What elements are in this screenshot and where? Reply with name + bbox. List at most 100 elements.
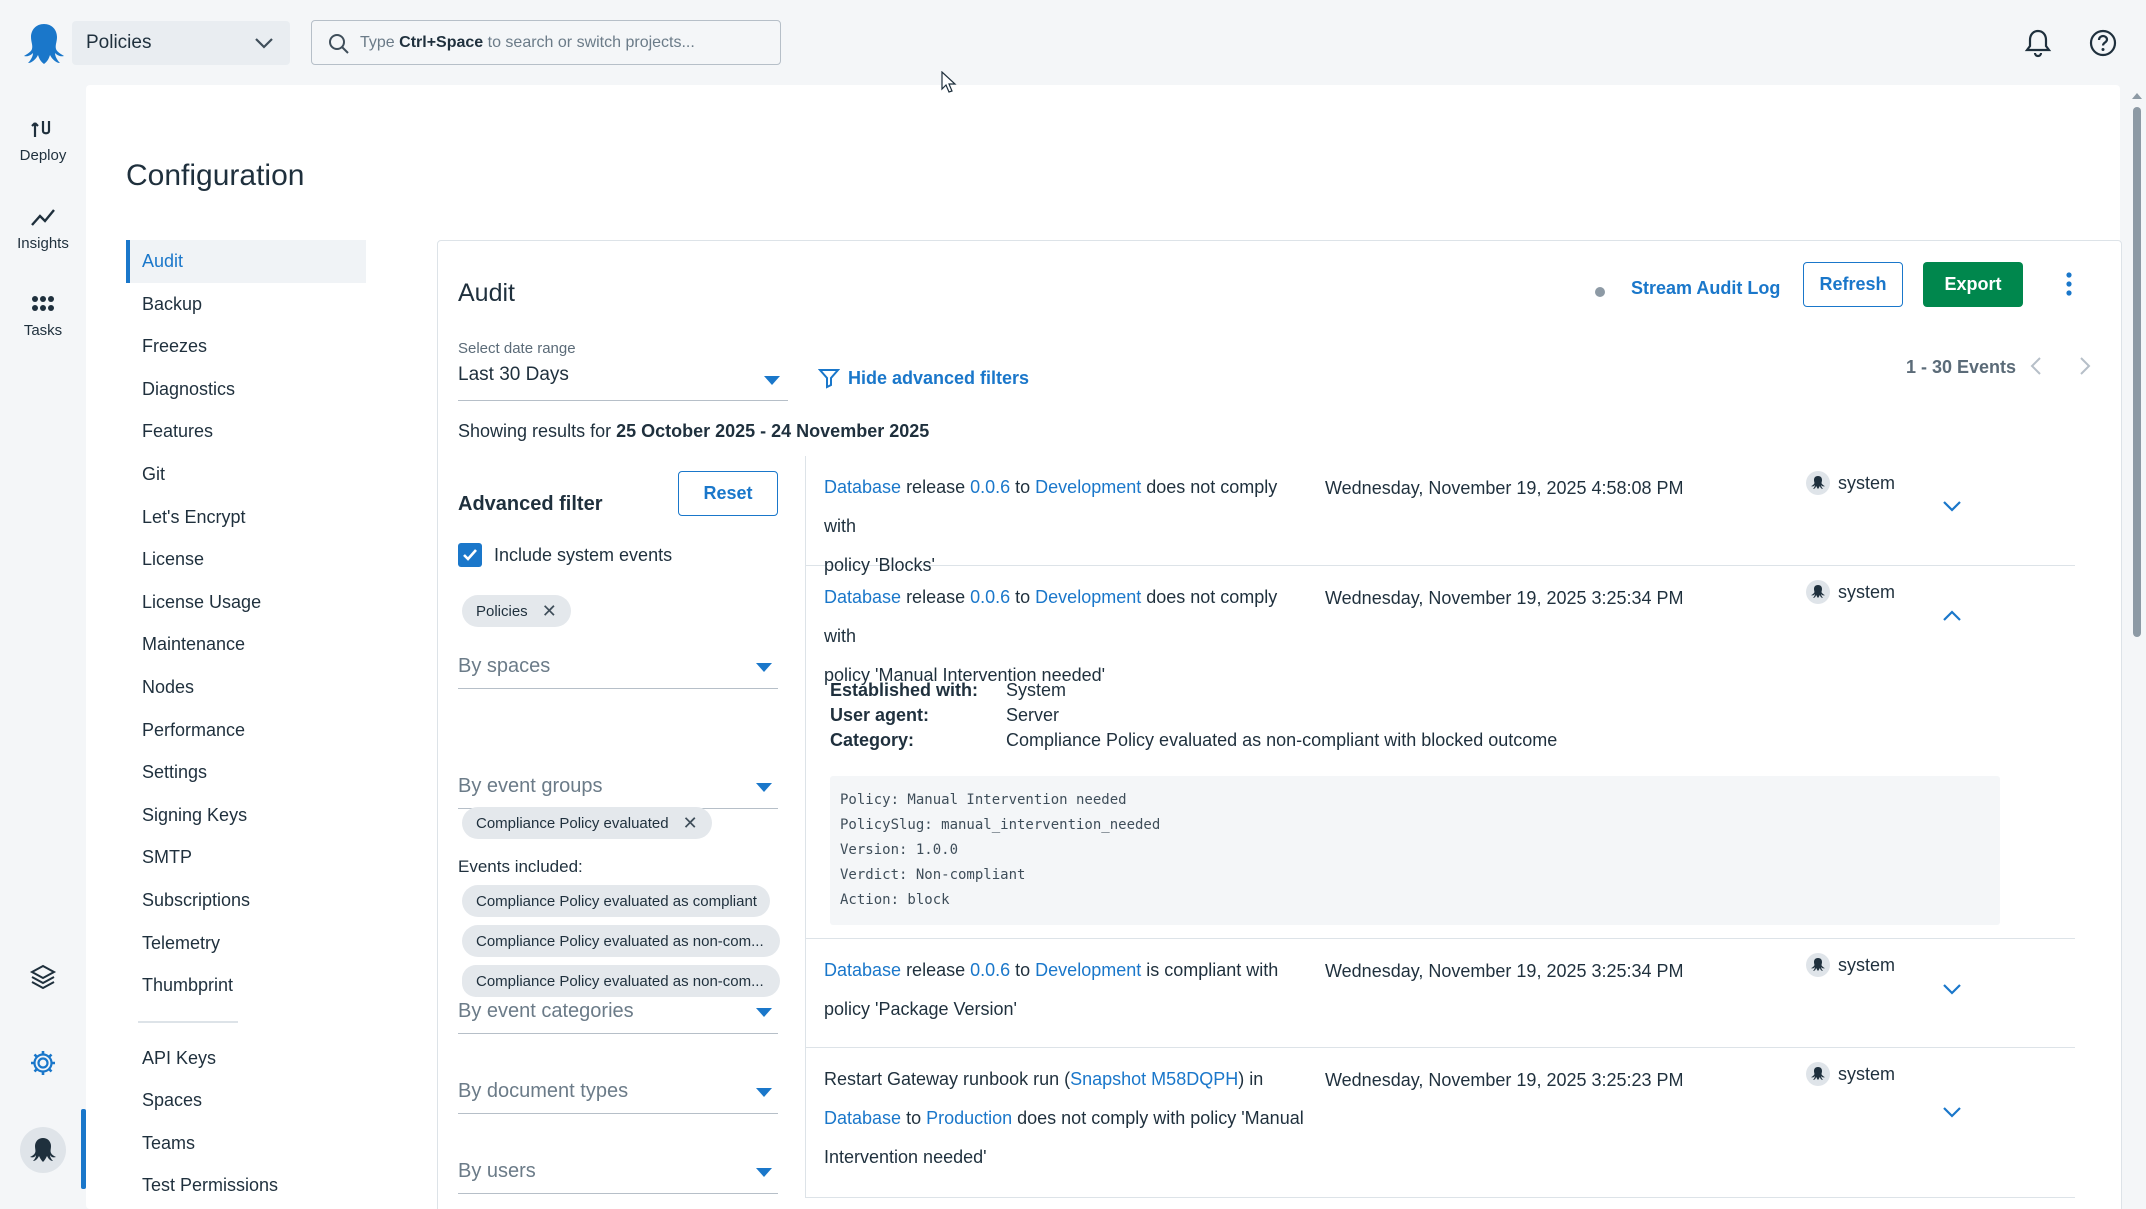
system-user-icon	[1806, 580, 1830, 604]
event-group-chip: Compliance Policy evaluated ✕	[462, 807, 712, 839]
stream-audit-log-link[interactable]: Stream Audit Log	[1631, 278, 1780, 299]
config-subnav: Audit Backup Freezes Diagnostics Feature…	[126, 240, 366, 1207]
subnav-item-diagnostics[interactable]: Diagnostics	[126, 368, 366, 411]
subnav-item-subscriptions[interactable]: Subscriptions	[126, 879, 366, 922]
hide-filters-label: Hide advanced filters	[848, 367, 1030, 388]
environment-link[interactable]: Production	[926, 1108, 1012, 1128]
octopus-logo-icon[interactable]	[20, 20, 68, 68]
subnav-item-backup[interactable]: Backup	[126, 283, 366, 326]
mouse-cursor-icon	[941, 71, 957, 93]
remove-chip-icon[interactable]: ✕	[683, 813, 698, 834]
insights-icon	[31, 209, 55, 226]
subnav-item-nodes[interactable]: Nodes	[126, 666, 366, 709]
rail-item-tasks[interactable]: Tasks	[0, 290, 86, 339]
rail-label: Deploy	[19, 147, 67, 164]
by-event-groups-select[interactable]: By event groups	[458, 769, 778, 809]
expand-chevron-icon[interactable]	[1940, 977, 1964, 1001]
scroll-up-icon[interactable]	[2131, 91, 2143, 101]
export-button[interactable]: Export	[1923, 262, 2023, 307]
refresh-button[interactable]: Refresh	[1803, 262, 1903, 307]
subnav-item-maintenance[interactable]: Maintenance	[126, 623, 366, 666]
space-chip: Policies ✕	[462, 595, 571, 627]
system-user-icon	[1806, 471, 1830, 495]
by-spaces-select[interactable]: By spaces	[458, 649, 778, 689]
project-link[interactable]: Database	[824, 1108, 901, 1128]
search-placeholder: Type Ctrl+Space to search or switch proj…	[360, 33, 695, 51]
environment-link[interactable]: Development	[1035, 587, 1141, 607]
subnav-item-test-permissions[interactable]: Test Permissions	[126, 1164, 366, 1207]
rail-item-insights[interactable]: Insights	[0, 203, 86, 252]
search-input[interactable]: Type Ctrl+Space to search or switch proj…	[311, 20, 781, 65]
gear-icon[interactable]	[28, 1048, 58, 1078]
avatar[interactable]	[20, 1127, 66, 1173]
project-link[interactable]: Database	[824, 477, 901, 497]
subnav-item-thumbprint[interactable]: Thumbprint	[126, 964, 366, 1007]
bell-icon[interactable]	[2022, 27, 2054, 59]
hide-advanced-filters-link[interactable]: Hide advanced filters	[818, 367, 1029, 389]
subnav-item-git[interactable]: Git	[126, 453, 366, 496]
date-range-label: Select date range	[458, 340, 576, 357]
event-date: Wednesday, November 19, 2025 3:25:23 PM	[1325, 1070, 1684, 1090]
event-chip: Compliance Policy evaluated as compliant	[462, 885, 770, 917]
subnav-item-settings[interactable]: Settings	[126, 751, 366, 794]
event-details: Established with: System User agent: Serve…	[830, 680, 1558, 750]
environment-link[interactable]: Development	[1035, 477, 1141, 497]
release-link[interactable]: 0.0.6	[970, 477, 1010, 497]
subnav-item-license[interactable]: License	[126, 538, 366, 581]
next-page-icon[interactable]	[2072, 354, 2096, 378]
audit-event-row[interactable]: Database release 0.0.6 to Development is…	[805, 939, 2075, 1048]
project-link[interactable]: Database	[824, 587, 901, 607]
system-user-icon	[1806, 953, 1830, 977]
release-link[interactable]: 0.0.6	[970, 587, 1010, 607]
release-link[interactable]: 0.0.6	[970, 960, 1010, 980]
subnav-divider	[138, 1020, 238, 1023]
avatar-icon	[30, 1138, 56, 1162]
audit-event-row[interactable]: Database release 0.0.6 to Development do…	[805, 566, 2075, 939]
scrollbar-thumb[interactable]	[2133, 107, 2141, 637]
event-description: Restart Gateway runbook run (Snapshot M5…	[824, 1069, 1304, 1167]
by-document-types-select[interactable]: By document types	[458, 1074, 778, 1114]
prev-page-icon[interactable]	[2025, 354, 2049, 378]
collapse-chevron-icon[interactable]	[1940, 604, 1964, 628]
help-icon[interactable]	[2087, 27, 2119, 59]
caret-down-icon	[756, 1088, 772, 1097]
caret-down-icon	[756, 663, 772, 672]
event-chip: Compliance Policy evaluated as non-com..…	[462, 925, 780, 957]
reset-button[interactable]: Reset	[678, 471, 778, 516]
audit-event-row[interactable]: Restart Gateway runbook run (Snapshot M5…	[805, 1048, 2075, 1198]
tasks-icon	[32, 296, 54, 311]
subnav-item-spaces[interactable]: Spaces	[126, 1079, 366, 1122]
expand-chevron-icon[interactable]	[1940, 1100, 1964, 1124]
date-range-select[interactable]: Last 30 Days	[458, 364, 788, 401]
project-switcher[interactable]: Policies	[72, 21, 290, 65]
subnav-item-signing-keys[interactable]: Signing Keys	[126, 794, 366, 837]
subnav-item-telemetry[interactable]: Telemetry	[126, 922, 366, 965]
rail-label: Insights	[17, 235, 69, 252]
subnav-item-api-keys[interactable]: API Keys	[126, 1037, 366, 1080]
expand-chevron-icon[interactable]	[1940, 494, 1964, 518]
audit-event-row[interactable]: Database release 0.0.6 to Development do…	[805, 456, 2075, 575]
page-scrollbar[interactable]	[2128, 85, 2146, 1209]
audit-card: Audit Stream Audit Log Refresh Export Se…	[437, 240, 2122, 1209]
subnav-item-freezes[interactable]: Freezes	[126, 325, 366, 368]
by-users-select[interactable]: By users	[458, 1154, 778, 1194]
more-options-icon[interactable]	[2064, 269, 2074, 299]
event-date: Wednesday, November 19, 2025 3:25:34 PM	[1325, 961, 1684, 981]
by-event-categories-select[interactable]: By event categories	[458, 994, 778, 1034]
subnav-item-audit[interactable]: Audit	[126, 240, 366, 283]
subnav-item-features[interactable]: Features	[126, 410, 366, 453]
project-link[interactable]: Database	[824, 960, 901, 980]
showing-results: Showing results for 25 October 2025 - 24…	[458, 421, 930, 441]
subnav-item-teams[interactable]: Teams	[126, 1122, 366, 1165]
remove-chip-icon[interactable]: ✕	[542, 601, 557, 622]
subnav-item-smtp[interactable]: SMTP	[126, 836, 366, 879]
snapshot-link[interactable]: Snapshot M58DQPH	[1070, 1069, 1238, 1089]
rail-item-deploy[interactable]: Deploy	[0, 115, 86, 164]
event-date: Wednesday, November 19, 2025 3:25:34 PM	[1325, 588, 1684, 608]
environment-link[interactable]: Development	[1035, 960, 1141, 980]
subnav-item-license-usage[interactable]: License Usage	[126, 581, 366, 624]
subnav-item-lets-encrypt[interactable]: Let's Encrypt	[126, 496, 366, 539]
include-system-events-checkbox[interactable]: Include system events	[458, 543, 672, 567]
subnav-item-performance[interactable]: Performance	[126, 709, 366, 752]
layers-icon[interactable]	[28, 962, 58, 992]
